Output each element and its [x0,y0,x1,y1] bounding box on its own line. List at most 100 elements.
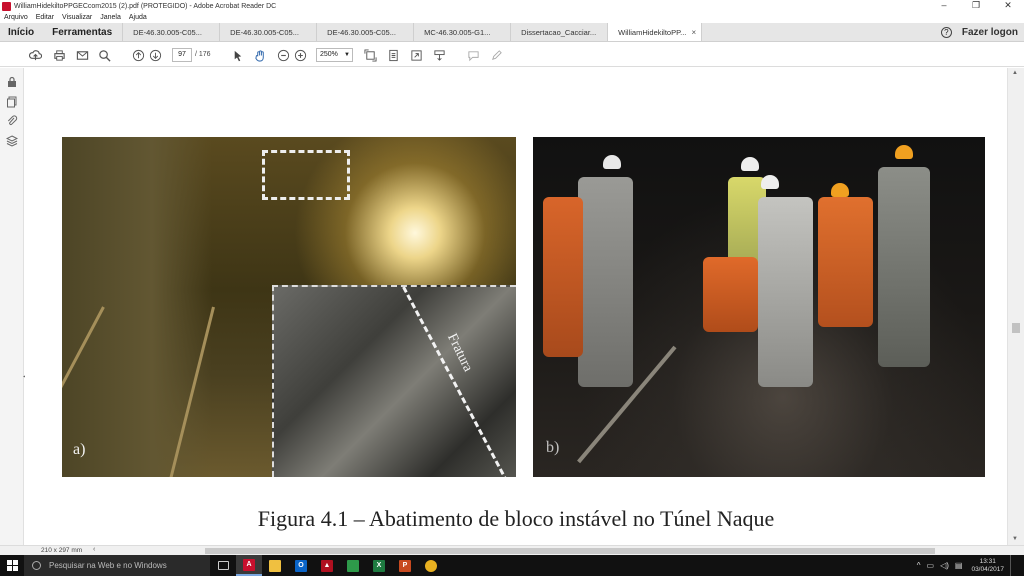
outlook-icon[interactable]: O [288,555,314,576]
clock-date: 03/04/2017 [971,565,1004,573]
volume-icon[interactable]: ◁) [940,561,949,570]
menu-editar[interactable]: Editar [36,14,54,21]
active-tab-label: WilliamHidekiltoPP... [618,27,687,37]
zoom-in-icon[interactable] [293,48,307,62]
restore-button[interactable]: ❐ [960,0,992,12]
worker-figure [758,197,813,387]
show-desktop-button[interactable] [1010,555,1024,576]
tunnel-wall [62,137,212,477]
title-bar: WilliamHidekiltoPPGECcom2015 (2).pdf (PR… [0,0,1024,12]
login-button[interactable]: Fazer logon [962,27,1018,38]
layers-icon[interactable] [5,135,19,147]
file-explorer-icon[interactable] [262,555,288,576]
upload-cloud-icon[interactable] [28,48,42,62]
photo-label-b: b) [546,439,560,456]
tab-tools[interactable]: Ferramentas [42,23,124,41]
doc-tab[interactable]: Dissertacao_Cacciar... [511,23,609,41]
fracture-line [402,286,513,477]
menu-visualizar[interactable]: Visualizar [62,14,92,21]
menu-ajuda[interactable]: Ajuda [129,14,147,21]
full-screen-icon[interactable] [409,48,423,62]
scroll-up-icon[interactable]: ▲ [1012,70,1018,76]
scroll-down-icon[interactable]: ▼ [1012,536,1018,542]
window-title: WilliamHidekiltoPPGECcom2015 (2).pdf (PR… [14,2,277,10]
maps-icon[interactable] [340,555,366,576]
show-hidden-icon[interactable]: ^ [917,561,921,570]
menu-arquivo[interactable]: Arquivo [4,14,28,21]
close-tab-icon[interactable]: × [691,28,696,37]
page-total: / 176 [195,51,211,58]
tab-home[interactable]: Início [0,23,42,41]
message-icon[interactable]: ▤ [955,561,963,570]
next-page-icon[interactable] [148,48,162,62]
worker-figure [543,197,583,357]
read-mode-icon[interactable] [432,48,446,62]
doc-tab-active[interactable]: WilliamHidekiltoPP... × [608,23,703,41]
acrobat-app-icon [2,1,11,11]
helmet [831,183,849,197]
tab-bar: Início Ferramentas DE-46.30.005-C05... D… [0,23,1024,42]
photo-label-a: a) [73,441,86,458]
doc-tab[interactable]: DE-46.30.005-C05... [123,23,221,41]
minimize-button[interactable]: – [928,0,960,12]
lock-icon[interactable] [6,76,18,88]
print-icon[interactable] [52,48,66,62]
window-controls: – ❐ ✕ [928,0,1024,12]
page-thumbnails-icon[interactable] [6,96,18,108]
scroll-left-icon[interactable]: ‹ [93,546,95,553]
tunnel-photo-a: Fratura a) [62,137,516,477]
scroll-mode-icon[interactable] [386,48,400,62]
clock-time: 13:31 [979,557,996,565]
acrobat-dc-icon[interactable]: ▲ [314,555,340,576]
network-icon[interactable]: ▭ [927,561,935,570]
comment-icon[interactable] [466,48,480,62]
previous-page-icon[interactable] [131,48,145,62]
zoom-select[interactable]: 250% ▼ [316,48,353,62]
zoom-value: 250% [320,51,338,58]
acrobat-icon[interactable]: A [236,555,262,576]
toolbar: 97 / 176 250% ▼ [0,43,1024,67]
scroll-thumb[interactable] [1012,323,1020,333]
windows-taskbar: Pesquisar na Web e no Windows A O ▲ X P … [0,555,1024,576]
fit-page-icon[interactable] [363,48,377,62]
email-icon[interactable] [75,48,89,62]
left-navigation-panel: ◀ [0,68,28,545]
page-size-label: 210 x 297 mm [41,547,83,554]
tunnel-photo-b: b) [533,137,985,477]
vertical-scrollbar[interactable]: ▲ ▼ [1007,68,1024,545]
zoom-out-icon[interactable] [276,48,290,62]
helmet [761,175,779,189]
helmet [741,157,759,171]
helmet [603,155,621,169]
search-placeholder: Pesquisar na Web e no Windows [49,561,167,570]
hand-tool-icon[interactable] [253,48,267,62]
tabbar-right: ? Fazer logon [940,23,1024,41]
menu-janela[interactable]: Janela [100,14,121,21]
task-view-icon[interactable] [210,555,236,576]
worker-figure [878,167,930,367]
horizontal-scroll-thumb[interactable] [205,548,935,554]
status-bar: 210 x 297 mm ‹ [0,545,1024,555]
windows-logo-icon [6,560,18,571]
doc-tab[interactable]: MC-46.30.005-G1... [414,23,512,41]
powerpoint-icon[interactable]: P [392,555,418,576]
close-window-button[interactable]: ✕ [992,0,1024,12]
clock[interactable]: 13:31 03/04/2017 [971,558,1004,574]
pen-icon[interactable] [489,48,503,62]
start-button[interactable] [0,555,24,576]
help-icon[interactable]: ? [940,26,952,38]
figure-caption: Figura 4.1 – Abatimento de bloco instáve… [257,506,775,531]
search-icon[interactable] [97,48,111,62]
page-number-input[interactable]: 97 [172,48,192,62]
taskbar-search[interactable]: Pesquisar na Web e no Windows [24,555,210,576]
select-cursor-icon[interactable] [230,48,244,62]
doc-tab[interactable]: DE-46.30.005-C05... [317,23,415,41]
worker-figure [703,257,758,332]
doc-tab[interactable]: DE-46.30.005-C05... [220,23,318,41]
worker-figure [578,177,633,387]
attachment-icon[interactable] [6,115,18,127]
document-view: Fratura a) b) Figura 4.1 – Abatimento de… [25,68,1007,545]
excel-icon[interactable]: X [366,555,392,576]
chrome-icon[interactable] [418,555,444,576]
menu-bar: Arquivo Editar Visualizar Janela Ajuda [0,12,1024,22]
